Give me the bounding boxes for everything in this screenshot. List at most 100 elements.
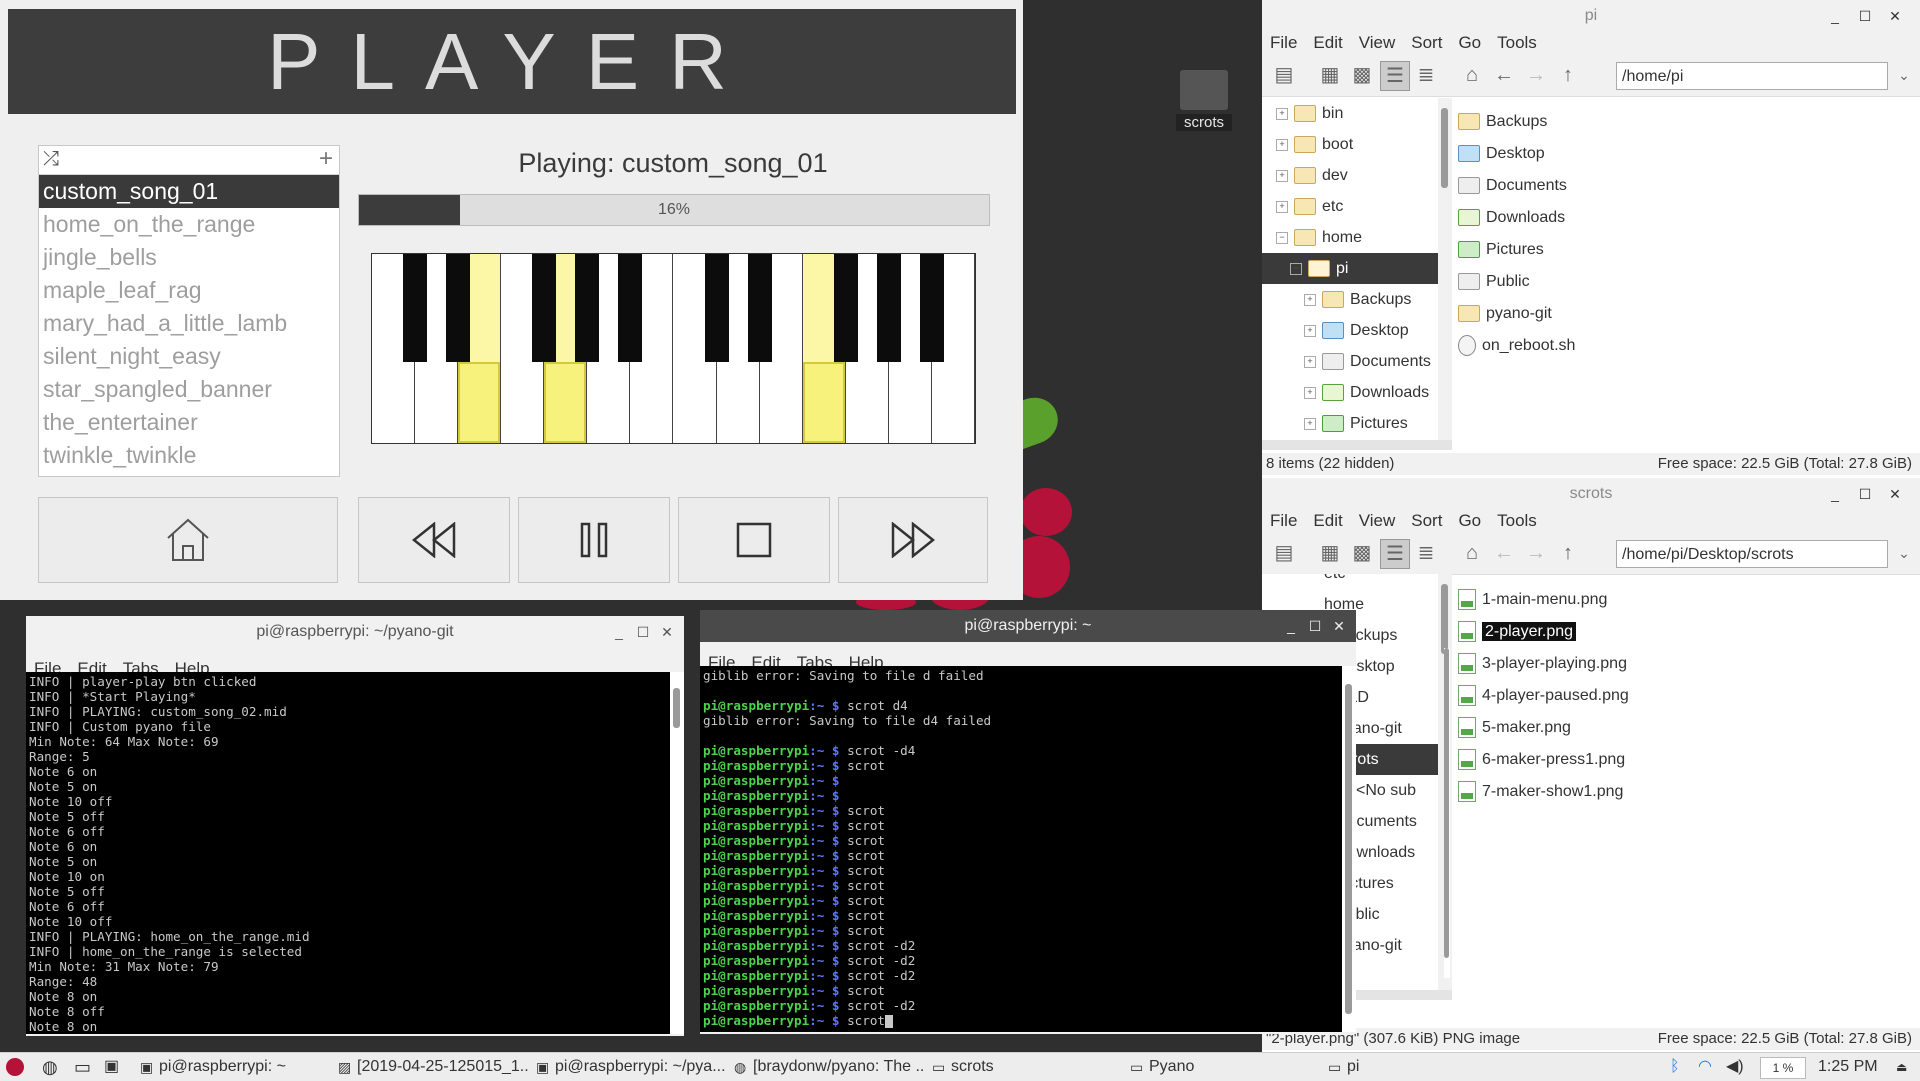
- back-icon[interactable]: ←: [1490, 61, 1518, 89]
- minimize-button[interactable]: _: [608, 616, 630, 648]
- menu-item-sort[interactable]: Sort: [1403, 510, 1450, 532]
- menu-item-tools[interactable]: Tools: [1489, 510, 1545, 532]
- taskbar-task[interactable]: ▣ pi@raspberrypi: ~/pya...: [536, 1053, 726, 1081]
- rewind-button[interactable]: [358, 497, 510, 583]
- taskbar-task[interactable]: ▭ pi: [1328, 1053, 1518, 1081]
- expander-icon[interactable]: +: [1304, 293, 1316, 306]
- song-item[interactable]: mary_had_a_little_lamb: [39, 307, 339, 340]
- minimize-button[interactable]: _: [1824, 0, 1846, 32]
- clock[interactable]: 1:25 PM: [1818, 1053, 1886, 1081]
- taskbar-task[interactable]: ▣ pi@raspberrypi: ~: [140, 1053, 330, 1081]
- file-item[interactable]: 5-maker.png: [1458, 712, 1908, 744]
- piano-black-key[interactable]: [876, 254, 901, 362]
- menu-item-edit[interactable]: Edit: [1305, 32, 1350, 54]
- close-button[interactable]: ✕: [1884, 0, 1906, 32]
- up-icon[interactable]: ↑: [1554, 61, 1582, 89]
- piano-black-key[interactable]: [747, 254, 772, 362]
- tree-item[interactable]: etc: [1262, 574, 1438, 589]
- expander-icon[interactable]: +: [1276, 138, 1288, 151]
- tree-scrollbar[interactable]: [1438, 98, 1452, 440]
- minimize-button[interactable]: _: [1280, 610, 1302, 642]
- song-item[interactable]: custom_song_01: [39, 175, 339, 208]
- file-item[interactable]: 2-player.png: [1458, 616, 1908, 648]
- tree-item[interactable]: + Desktop: [1262, 315, 1438, 346]
- expander-icon[interactable]: +: [1304, 355, 1316, 368]
- path-input[interactable]: /home/pi/Desktop/scrots: [1616, 540, 1888, 568]
- taskbar-task[interactable]: ◍ [braydonw/pyano: The ...: [734, 1053, 924, 1081]
- menu-item-go[interactable]: Go: [1450, 510, 1489, 532]
- taskbar-task[interactable]: ▭ Pyano: [1130, 1053, 1320, 1081]
- file-item[interactable]: Desktop: [1458, 138, 1908, 170]
- file-item[interactable]: Documents: [1458, 170, 1908, 202]
- icon-view-icon[interactable]: ▦: [1316, 539, 1344, 567]
- plus-icon[interactable]: +: [319, 145, 333, 173]
- file-item[interactable]: on_reboot.sh: [1458, 330, 1908, 362]
- home-icon[interactable]: ⌂: [1458, 539, 1486, 567]
- tree-item[interactable]: + boot: [1262, 129, 1438, 160]
- song-item[interactable]: silent_night_easy: [39, 340, 339, 373]
- file-item[interactable]: Public: [1458, 266, 1908, 298]
- piano-black-key[interactable]: [403, 254, 428, 362]
- maximize-button[interactable]: ☐: [1304, 610, 1326, 642]
- expander-icon[interactable]: +: [1304, 386, 1316, 399]
- file-item[interactable]: Backups: [1458, 106, 1908, 138]
- tree-item[interactable]: + dev: [1262, 160, 1438, 191]
- menu-item-sort[interactable]: Sort: [1403, 32, 1450, 54]
- chevron-down-icon[interactable]: ⌄: [1890, 61, 1918, 89]
- piano-black-key[interactable]: [704, 254, 729, 362]
- piano-black-key[interactable]: [575, 254, 600, 362]
- chevron-down-icon[interactable]: ⌄: [1890, 539, 1918, 567]
- desktop-folder-scrots[interactable]: scrots: [1176, 66, 1232, 132]
- list-view-icon[interactable]: ≣: [1412, 61, 1440, 89]
- tree-item[interactable]: + Pictures: [1262, 408, 1438, 439]
- forward-icon[interactable]: →: [1522, 539, 1550, 567]
- song-item[interactable]: the_entertainer: [39, 406, 339, 439]
- tree-item[interactable]: + Documents: [1262, 346, 1438, 377]
- tree-item[interactable]: + bin: [1262, 98, 1438, 129]
- back-icon[interactable]: ←: [1490, 539, 1518, 567]
- file-item[interactable]: pyano-git: [1458, 298, 1908, 330]
- compact-view-icon[interactable]: ☰: [1380, 539, 1410, 569]
- eject-icon[interactable]: ⏏: [1896, 1053, 1916, 1081]
- compact-view-icon[interactable]: ☰: [1380, 61, 1410, 91]
- expander-icon[interactable]: +: [1276, 107, 1288, 120]
- home-button[interactable]: [38, 497, 338, 583]
- up-icon[interactable]: ↑: [1554, 539, 1582, 567]
- terminal-scrollbar[interactable]: [670, 672, 684, 1034]
- thumbnail-view-icon[interactable]: ▩: [1348, 539, 1376, 567]
- taskbar-task[interactable]: ▭ scrots: [932, 1053, 1122, 1081]
- menu-item-file[interactable]: File: [1262, 32, 1305, 54]
- wifi-icon[interactable]: ◠: [1698, 1053, 1720, 1081]
- new-window-icon[interactable]: ▤: [1270, 61, 1298, 89]
- forward-icon[interactable]: →: [1522, 61, 1550, 89]
- song-item[interactable]: home_on_the_range: [39, 208, 339, 241]
- menu-item-go[interactable]: Go: [1450, 32, 1489, 54]
- tree-item[interactable]: + etc: [1262, 191, 1438, 222]
- terminal-launcher-icon[interactable]: ▣: [104, 1053, 126, 1081]
- menu-item-edit[interactable]: Edit: [1305, 510, 1350, 532]
- close-button[interactable]: ✕: [1884, 478, 1906, 510]
- piano-black-key[interactable]: [446, 254, 471, 362]
- cpu-monitor[interactable]: 1 %: [1760, 1057, 1806, 1079]
- file-item[interactable]: 3-player-playing.png: [1458, 648, 1908, 680]
- pause-button[interactable]: [518, 497, 670, 583]
- tree-item[interactable]: − home: [1262, 222, 1438, 253]
- path-input[interactable]: /home/pi: [1616, 62, 1888, 90]
- file-item[interactable]: 4-player-paused.png: [1458, 680, 1908, 712]
- expander-icon[interactable]: −: [1276, 231, 1288, 244]
- menu-item-file[interactable]: File: [1262, 510, 1305, 532]
- file-manager-launcher-icon[interactable]: ▭: [74, 1053, 96, 1081]
- icon-view-icon[interactable]: ▦: [1316, 61, 1344, 89]
- maximize-button[interactable]: ☐: [632, 616, 654, 648]
- fast-forward-button[interactable]: [838, 497, 988, 583]
- minimize-button[interactable]: _: [1824, 478, 1846, 510]
- song-item[interactable]: star_spangled_banner: [39, 373, 339, 406]
- file-item[interactable]: 1-main-menu.png: [1458, 584, 1908, 616]
- new-window-icon[interactable]: ▤: [1270, 539, 1298, 567]
- menu-item-tools[interactable]: Tools: [1489, 32, 1545, 54]
- browser-launcher-icon[interactable]: ◍: [42, 1053, 64, 1081]
- terminal-scrollbar[interactable]: [1342, 666, 1356, 1032]
- menu-item-view[interactable]: View: [1351, 510, 1404, 532]
- tree-item[interactable]: + Downloads: [1262, 377, 1438, 408]
- volume-icon[interactable]: ◀): [1726, 1053, 1748, 1081]
